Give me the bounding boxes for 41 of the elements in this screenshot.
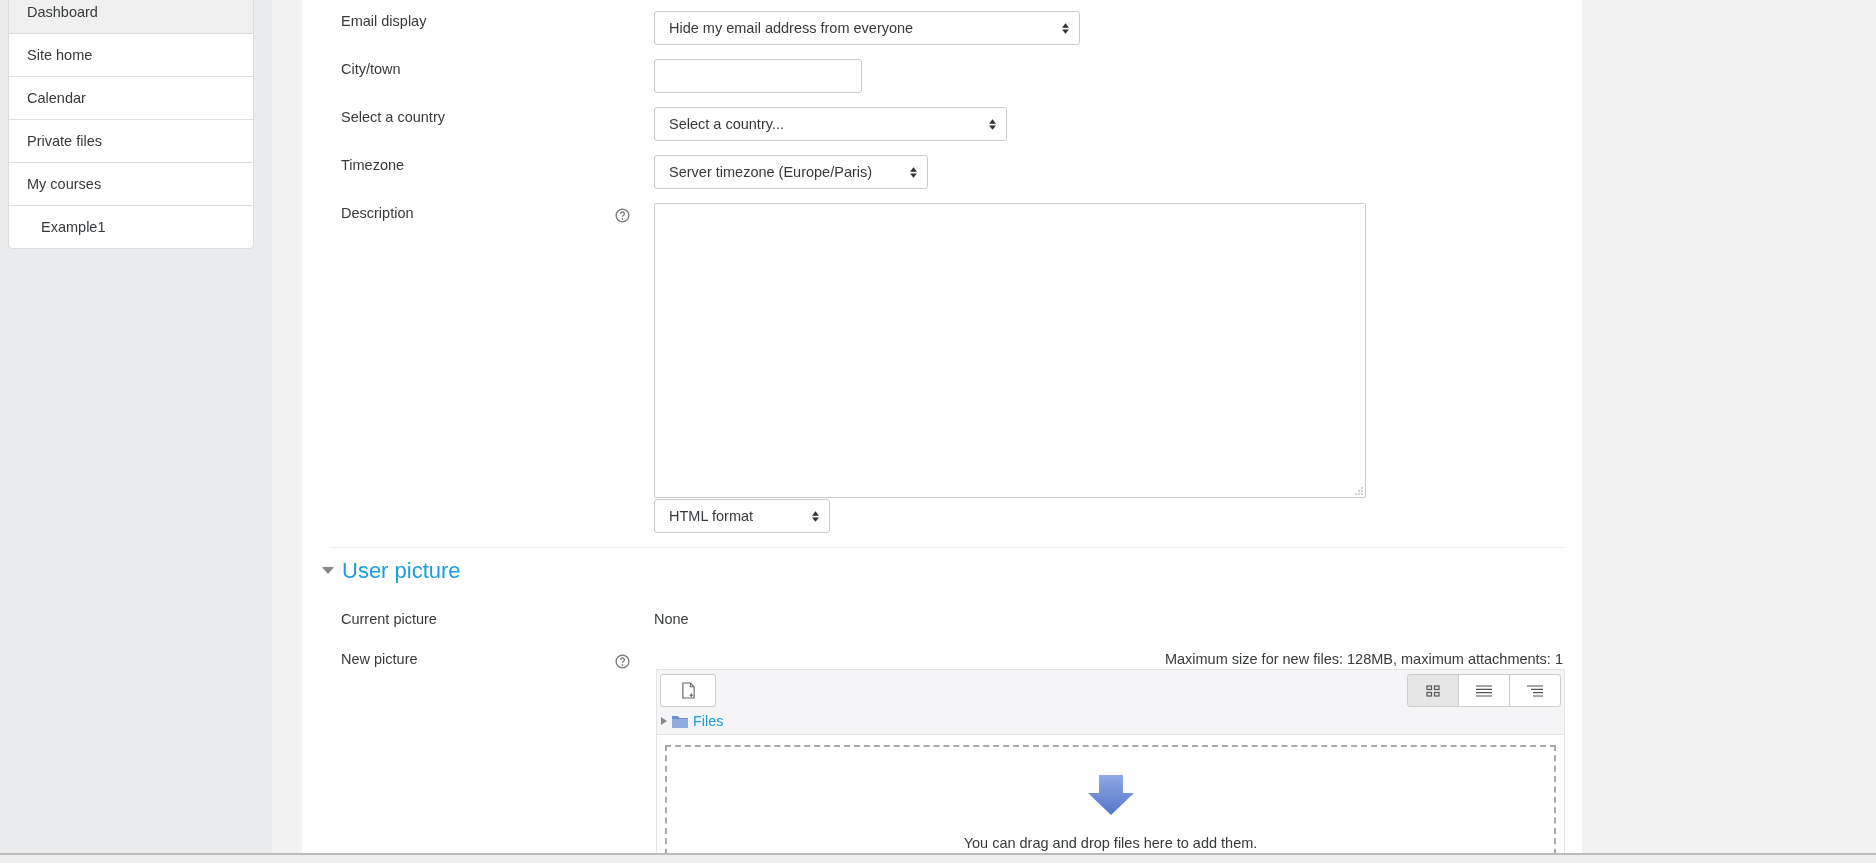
grid-view-icon	[1426, 684, 1440, 697]
select-field[interactable]: Server timezone (Europe/Paris)	[654, 155, 928, 189]
updown-caret-icon	[910, 166, 917, 178]
sidebar-item[interactable]: Private files	[9, 120, 253, 163]
sidebar-item[interactable]: Example1	[9, 206, 253, 248]
format-select[interactable]: HTML format	[654, 499, 830, 533]
add-file-button[interactable]	[660, 674, 716, 707]
view-toggle-button[interactable]	[1458, 674, 1510, 707]
expand-arrow-icon	[661, 717, 667, 725]
field-label: Select a country	[341, 108, 446, 127]
field-label: Description	[341, 204, 415, 223]
upload-limits-text: Maximum size for new files: 128MB, maximum attachments: 1	[1164, 651, 1563, 667]
collapse-icon	[322, 567, 334, 575]
field-label: Email display	[341, 12, 428, 31]
field-label: Timezone	[341, 156, 406, 175]
field-label: City/town	[341, 60, 402, 79]
drop-hint-text: You can drag and drop files here to add them.	[963, 835, 1258, 851]
field-label: Current picture	[341, 610, 438, 627]
text-input[interactable]	[654, 59, 862, 93]
tree-view-icon	[1527, 684, 1543, 697]
list-view-icon	[1476, 684, 1492, 697]
help-icon[interactable]	[615, 654, 630, 669]
field-value: None	[654, 610, 690, 627]
down-arrow-icon	[1087, 775, 1134, 815]
add-file-icon	[680, 682, 696, 699]
field-label: New picture	[341, 650, 419, 669]
updown-caret-icon	[812, 510, 819, 522]
sidebar-item[interactable]: My courses	[9, 163, 253, 206]
select-field[interactable]: Select a country...	[654, 107, 1007, 141]
sidebar-item[interactable]: Dashboard	[9, 0, 253, 34]
resize-grip-icon[interactable]	[1355, 487, 1363, 495]
folder-icon	[672, 714, 688, 728]
view-toggle-button[interactable]	[1407, 674, 1459, 707]
updown-caret-icon	[1062, 22, 1069, 34]
updown-caret-icon	[989, 118, 996, 130]
sidebar-item[interactable]: Site home	[9, 34, 253, 77]
sidebar-item[interactable]: Calendar	[9, 77, 253, 120]
help-icon[interactable]	[615, 208, 630, 223]
file-drop-zone[interactable]: You can drag and drop files here to add them.	[665, 745, 1556, 853]
view-toggle-button[interactable]	[1509, 674, 1561, 707]
select-field[interactable]: Hide my email address from everyone	[654, 11, 1080, 45]
